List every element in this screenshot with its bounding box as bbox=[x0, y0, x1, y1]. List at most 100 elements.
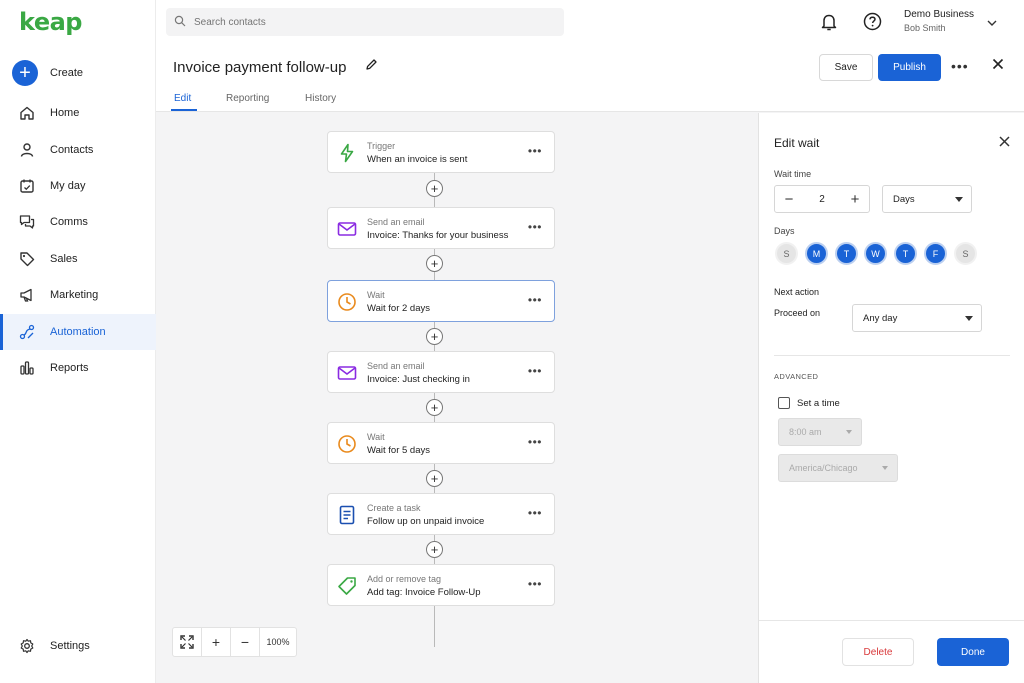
day-toggle-tuesday[interactable]: T bbox=[835, 242, 858, 265]
person-icon bbox=[18, 141, 36, 159]
wait-unit-select[interactable]: Days bbox=[882, 185, 972, 213]
search-box[interactable] bbox=[166, 8, 564, 36]
publish-button[interactable]: Publish bbox=[878, 54, 941, 81]
flow-node-tag[interactable]: Add or remove tag Add tag: Invoice Follo… bbox=[327, 564, 555, 606]
day-toggle-thursday[interactable]: T bbox=[894, 242, 917, 265]
set-time-checkbox[interactable] bbox=[778, 397, 790, 409]
sidebar: keap + Create Home Contacts My day Comms… bbox=[0, 0, 156, 683]
caret-down-icon bbox=[882, 466, 888, 470]
plus-icon: + bbox=[12, 60, 38, 86]
node-text: When an invoice is sent bbox=[367, 154, 468, 165]
tag-icon bbox=[336, 575, 358, 597]
day-toggle-friday[interactable]: F bbox=[924, 242, 947, 265]
node-type: Send an email bbox=[367, 217, 425, 227]
save-button[interactable]: Save bbox=[819, 54, 873, 81]
close-icon[interactable] bbox=[999, 136, 1010, 150]
wait-time-stepper: − + bbox=[774, 185, 870, 213]
flow-node-wait[interactable]: Wait Wait for 2 days ••• bbox=[327, 280, 555, 322]
node-text: Invoice: Thanks for your business bbox=[367, 230, 509, 241]
tab-history[interactable]: History bbox=[305, 93, 336, 104]
increment-button[interactable]: + bbox=[841, 191, 869, 208]
automation-canvas[interactable]: Trigger When an invoice is sent ••• + Se… bbox=[156, 113, 758, 683]
create-label: Create bbox=[50, 67, 84, 79]
sidebar-item-marketing[interactable]: Marketing bbox=[0, 277, 156, 313]
sidebar-item-settings[interactable]: Settings bbox=[0, 628, 156, 664]
node-type: Trigger bbox=[367, 141, 396, 151]
tab-reporting[interactable]: Reporting bbox=[226, 93, 269, 104]
node-text: Wait for 5 days bbox=[367, 445, 431, 456]
tab-edit[interactable]: Edit bbox=[174, 93, 191, 104]
add-step-button[interactable]: + bbox=[426, 470, 443, 487]
add-step-button[interactable]: + bbox=[426, 255, 443, 272]
sidebar-item-reports[interactable]: Reports bbox=[0, 350, 156, 386]
edit-wait-panel: Edit wait Wait time − + Days Days S M T … bbox=[758, 113, 1024, 683]
sidebar-item-my-day[interactable]: My day bbox=[0, 168, 156, 204]
divider bbox=[759, 620, 1024, 621]
add-step-button[interactable]: + bbox=[426, 399, 443, 416]
done-button[interactable]: Done bbox=[937, 638, 1009, 666]
node-menu-icon[interactable]: ••• bbox=[528, 435, 542, 449]
close-icon[interactable] bbox=[992, 58, 1004, 73]
node-text: Invoice: Just checking in bbox=[367, 374, 470, 385]
add-step-button[interactable]: + bbox=[426, 328, 443, 345]
node-type: Wait bbox=[367, 432, 385, 442]
divider bbox=[774, 355, 1010, 356]
day-toggle-saturday[interactable]: S bbox=[954, 242, 977, 265]
sidebar-item-contacts[interactable]: Contacts bbox=[0, 132, 156, 168]
help-icon[interactable] bbox=[863, 12, 882, 34]
node-menu-icon[interactable]: ••• bbox=[528, 506, 542, 520]
set-time-label: Set a time bbox=[797, 398, 840, 409]
node-menu-icon[interactable]: ••• bbox=[528, 144, 542, 158]
sidebar-item-label: Home bbox=[50, 107, 80, 119]
sidebar-item-automation[interactable]: Automation bbox=[0, 314, 156, 350]
node-menu-icon[interactable]: ••• bbox=[528, 293, 542, 307]
add-step-button[interactable]: + bbox=[426, 180, 443, 197]
account-menu[interactable]: Demo Business Bob Smith bbox=[904, 9, 997, 33]
wait-unit-value: Days bbox=[893, 193, 915, 205]
timezone-value: America/Chicago bbox=[789, 463, 858, 473]
page-header: Invoice payment follow-up Edit Reporting… bbox=[156, 46, 1024, 112]
node-menu-icon[interactable]: ••• bbox=[528, 364, 542, 378]
chevron-down-icon bbox=[987, 17, 997, 29]
account-user-name: Bob Smith bbox=[904, 23, 946, 33]
day-toggle-sunday[interactable]: S bbox=[775, 242, 798, 265]
delete-button[interactable]: Delete bbox=[842, 638, 914, 666]
sidebar-item-label: Contacts bbox=[50, 144, 94, 156]
create-button[interactable]: + Create bbox=[12, 60, 83, 86]
search-input[interactable] bbox=[194, 16, 534, 28]
bell-icon[interactable] bbox=[820, 12, 838, 35]
active-tab-indicator bbox=[171, 109, 197, 111]
node-type: Add or remove tag bbox=[367, 574, 442, 584]
pencil-icon[interactable] bbox=[365, 58, 378, 74]
node-menu-icon[interactable]: ••• bbox=[528, 577, 542, 591]
page-title: Invoice payment follow-up bbox=[173, 59, 347, 76]
sidebar-item-home[interactable]: Home bbox=[0, 95, 156, 131]
proceed-on-value: Any day bbox=[863, 312, 898, 324]
sidebar-item-sales[interactable]: Sales bbox=[0, 241, 156, 277]
flow-node-task[interactable]: Create a task Follow up on unpaid invoic… bbox=[327, 493, 555, 535]
day-toggle-wednesday[interactable]: W bbox=[864, 242, 887, 265]
wait-time-input[interactable] bbox=[803, 193, 841, 205]
flow-node-email[interactable]: Send an email Invoice: Just checking in … bbox=[327, 351, 555, 393]
sidebar-item-comms[interactable]: Comms bbox=[0, 204, 156, 240]
node-menu-icon[interactable]: ••• bbox=[528, 220, 542, 234]
keap-logo[interactable]: keap bbox=[19, 8, 82, 36]
add-step-button[interactable]: + bbox=[426, 541, 443, 558]
flow-node-email[interactable]: Send an email Invoice: Thanks for your b… bbox=[327, 207, 555, 249]
flow-node-wait[interactable]: Wait Wait for 5 days ••• bbox=[327, 422, 555, 464]
fit-screen-icon[interactable] bbox=[173, 628, 202, 656]
more-options-icon[interactable]: ••• bbox=[951, 58, 969, 74]
sidebar-item-label: Comms bbox=[50, 216, 88, 228]
zoom-in-button[interactable]: + bbox=[202, 628, 231, 656]
proceed-on-select[interactable]: Any day bbox=[852, 304, 982, 332]
bar-chart-icon bbox=[18, 359, 36, 377]
decrement-button[interactable]: − bbox=[775, 191, 803, 208]
node-type: Wait bbox=[367, 290, 385, 300]
caret-down-icon bbox=[965, 316, 973, 321]
flow-node-trigger[interactable]: Trigger When an invoice is sent ••• bbox=[327, 131, 555, 173]
calendar-icon bbox=[18, 177, 36, 195]
zoom-out-button[interactable]: − bbox=[231, 628, 260, 656]
days-label: Days bbox=[774, 226, 795, 236]
day-toggle-monday[interactable]: M bbox=[805, 242, 828, 265]
sidebar-item-label: Automation bbox=[50, 326, 106, 338]
